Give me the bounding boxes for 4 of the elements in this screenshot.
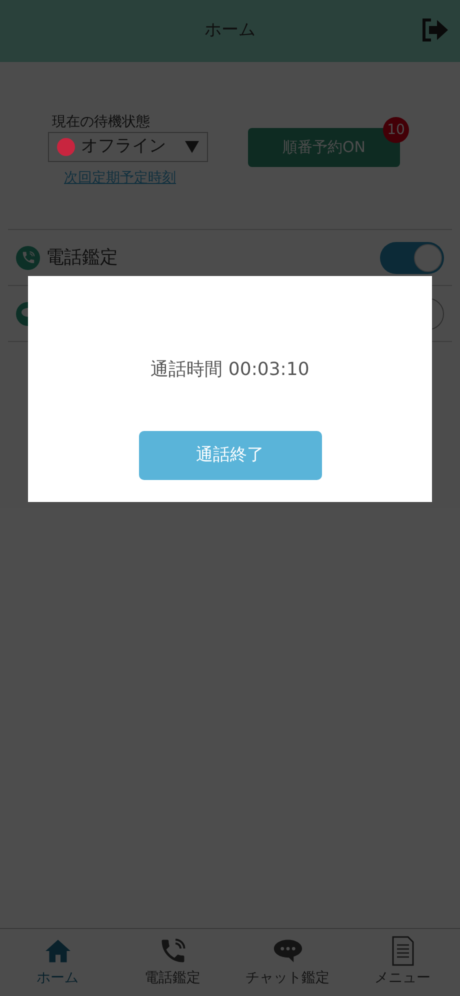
end-call-button[interactable]: 通話終了 <box>138 431 322 480</box>
standby-label: 現在の待機状態 <box>51 113 151 132</box>
service-label: 電話鑑定 <box>46 246 118 270</box>
call-duration-text: 通話時間 00:03:10 <box>150 358 310 382</box>
